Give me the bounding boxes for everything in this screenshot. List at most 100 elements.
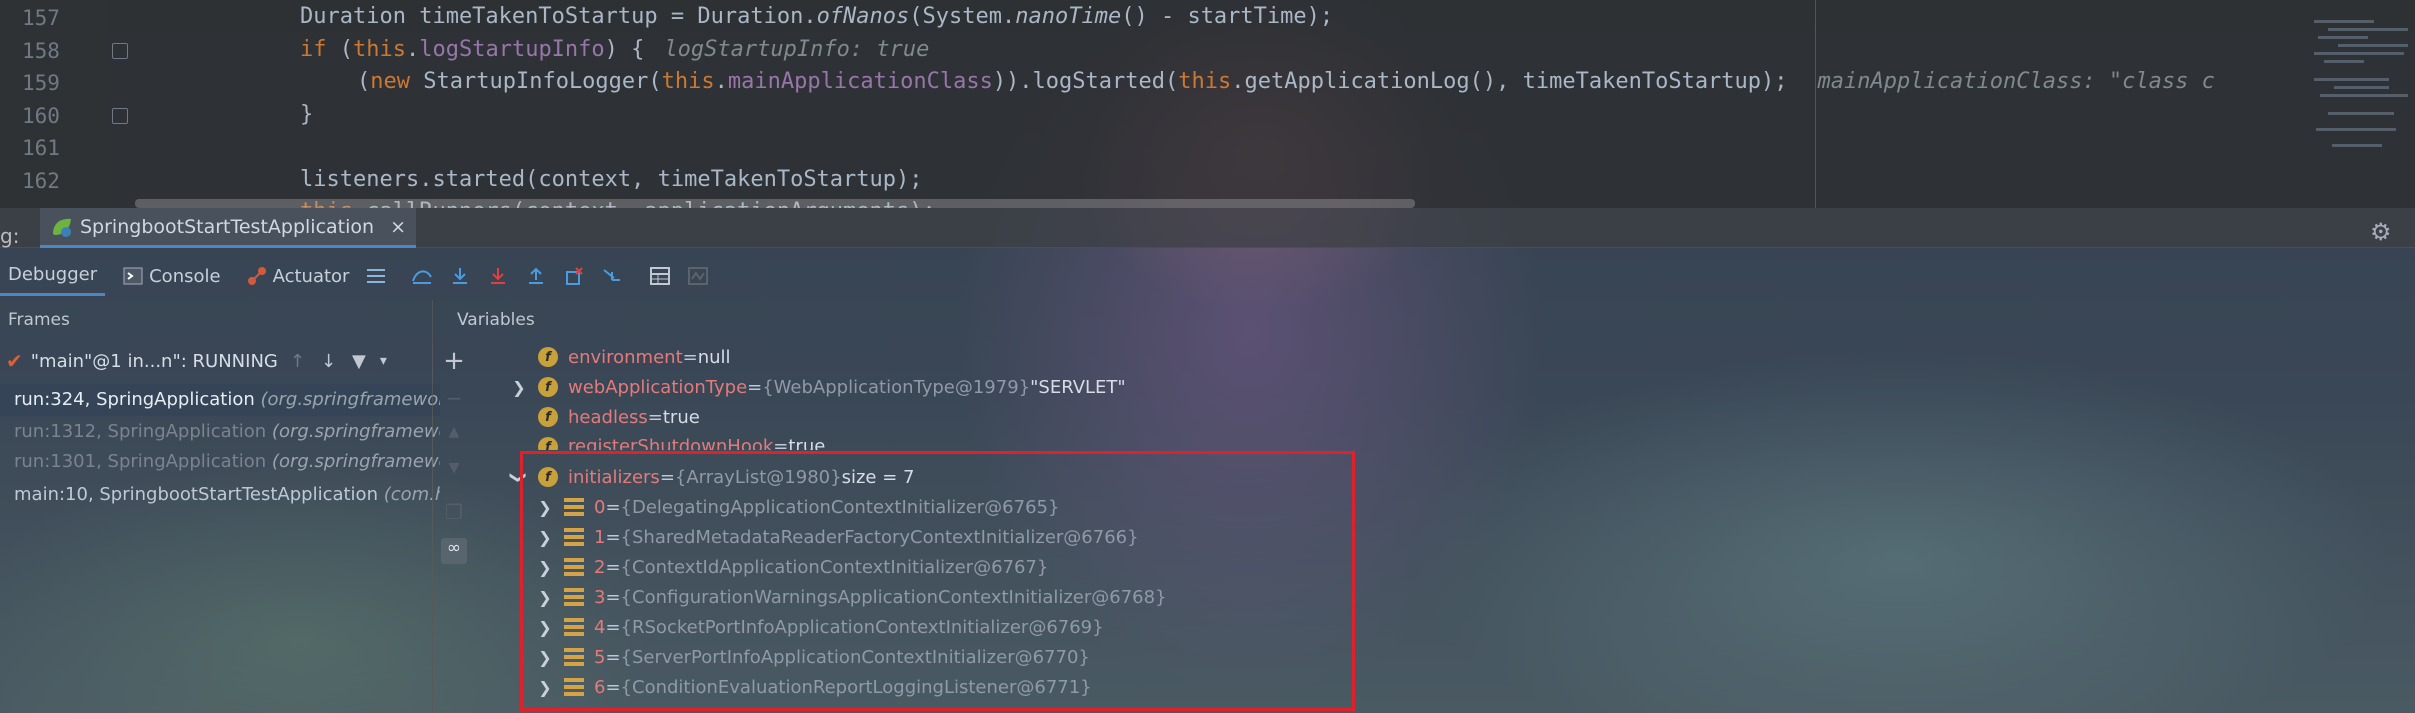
- code-line-162[interactable]: listeners.started(context, timeTakenToSt…: [300, 164, 923, 197]
- variable-row-registershutdownhook[interactable]: f registerShutdownHook = true: [538, 432, 825, 450]
- frame-item[interactable]: run:1312, SpringApplication (org.springf…: [0, 416, 440, 448]
- code-text: (: [357, 69, 371, 94]
- tab-debugger[interactable]: Debugger: [0, 256, 106, 296]
- move-up-icon[interactable]: ▲: [441, 424, 467, 450]
- code-text: (System.: [909, 4, 1016, 29]
- equals: =: [647, 406, 663, 428]
- frame-method: run:1312, SpringApplication: [14, 421, 272, 442]
- remove-watch-icon[interactable]: −: [441, 386, 467, 412]
- spring-boot-leaf-icon: [53, 218, 71, 237]
- step-over-icon[interactable]: [441, 256, 479, 296]
- show-execution-point-icon[interactable]: [403, 256, 441, 296]
- code-text: (: [326, 37, 353, 62]
- variable-name: environment: [568, 346, 683, 368]
- equals: =: [682, 346, 698, 368]
- tab-console[interactable]: Console: [115, 256, 228, 296]
- code-text: nanoTime: [1015, 4, 1122, 29]
- frame-item[interactable]: main:10, SpringbootStartTestApplication …: [0, 479, 440, 511]
- layout-menu-icon[interactable]: [357, 256, 395, 296]
- move-down-icon[interactable]: ▼: [441, 460, 467, 486]
- code-keyword: if: [300, 37, 327, 62]
- field-icon: f: [538, 347, 558, 367]
- field-icon: f: [538, 407, 558, 427]
- copy-icon[interactable]: ❐: [441, 500, 467, 526]
- highlight-annotation-box: [520, 451, 1355, 711]
- line-number: 162: [22, 169, 60, 193]
- code-text: () - startTime);: [1121, 4, 1334, 29]
- variables-panel-title: Variables: [457, 310, 535, 330]
- step-into-icon[interactable]: [479, 256, 517, 296]
- close-icon[interactable]: ×: [390, 216, 406, 238]
- variable-name: webApplicationType: [568, 376, 748, 398]
- code-keyword: this: [1178, 69, 1232, 94]
- horizontal-scrollbar[interactable]: [135, 199, 1415, 208]
- equals: =: [773, 436, 789, 450]
- code-text: ofNanos: [816, 4, 910, 29]
- frame-method: run:1301, SpringApplication: [14, 451, 272, 472]
- code-text: .: [714, 69, 728, 94]
- variable-ref: {WebApplicationType@1979}: [762, 376, 1031, 398]
- thread-selector[interactable]: ✔ "main"@1 in...n": RUNNING ↑ ↓ ▼ ▾: [0, 344, 440, 378]
- code-text: )).logStarted(: [992, 69, 1179, 94]
- code-line-158[interactable]: if (this.logStartupInfo) {logStartupInfo…: [300, 34, 929, 67]
- equals: =: [747, 376, 763, 398]
- code-line-160[interactable]: }: [300, 99, 313, 132]
- evaluate-expression-icon[interactable]: [641, 256, 679, 296]
- code-keyword: new: [370, 69, 410, 94]
- tab-debugger-label: Debugger: [8, 264, 98, 285]
- frame-item[interactable]: run:1301, SpringApplication (org.springf…: [0, 446, 440, 478]
- code-keyword: this: [353, 37, 406, 62]
- fold-marker-icon[interactable]: [112, 108, 128, 124]
- filter-icon[interactable]: ▼: [352, 351, 366, 372]
- debug-label: g:: [0, 224, 20, 248]
- editor-minimap[interactable]: [2308, 18, 2415, 168]
- chevron-down-icon[interactable]: ▾: [380, 353, 387, 369]
- line-number: 158: [22, 39, 60, 63]
- tab-actuator[interactable]: Actuator: [239, 256, 358, 296]
- run-config-tab-label: SpringbootStartTestApplication: [80, 215, 375, 238]
- step-out-icon[interactable]: [517, 256, 555, 296]
- variable-row-webapplicationtype[interactable]: ❯ f webApplicationType = {WebApplication…: [510, 372, 1126, 402]
- code-text: Duration timeTakenToStartup = Duration.: [300, 4, 817, 29]
- arrow-up-icon[interactable]: ↑: [290, 351, 305, 372]
- glasses-icon[interactable]: ∞: [441, 538, 467, 564]
- run-config-tab[interactable]: SpringbootStartTestApplication ×: [40, 208, 416, 248]
- frame-package: (org.springframewo: [271, 451, 440, 472]
- console-icon: [123, 267, 143, 285]
- debugger-toolbar: Debugger Console Actuator: [0, 256, 2415, 296]
- line-number: 157: [22, 6, 60, 30]
- code-line-157[interactable]: Duration timeTakenToStartup = Duration.o…: [300, 1, 1333, 34]
- frame-package: (org.springframewo: [271, 421, 440, 442]
- code-line-159[interactable]: (new StartupInfoLogger(this.mainApplicat…: [357, 66, 2215, 99]
- tab-actuator-label: Actuator: [272, 265, 350, 287]
- code-editor[interactable]: 157 158 159 160 161 162 Duration timeTak…: [0, 0, 2415, 208]
- run-to-cursor-icon[interactable]: [593, 256, 631, 296]
- code-text: ) {: [604, 37, 645, 62]
- inline-value-hint: mainApplicationClass: "class c: [1817, 69, 2215, 94]
- line-number: 160: [22, 104, 60, 128]
- add-watch-icon[interactable]: +: [441, 346, 467, 376]
- code-text: .getApplicationLog(), timeTakenToStartup…: [1231, 69, 1788, 94]
- trace-stream-icon[interactable]: [679, 256, 717, 296]
- variable-name: headless: [568, 406, 648, 428]
- line-number: 159: [22, 71, 60, 95]
- variable-row-environment[interactable]: f environment = null: [538, 342, 731, 372]
- gear-icon[interactable]: ⚙: [2370, 218, 2392, 246]
- fold-marker-icon[interactable]: [112, 43, 128, 59]
- variable-value: "SERVLET": [1030, 376, 1126, 398]
- actuator-icon: [247, 267, 266, 285]
- frame-item[interactable]: run:324, SpringApplication (org.springfr…: [0, 384, 440, 416]
- drop-frame-icon[interactable]: [555, 256, 593, 296]
- line-number: 161: [22, 136, 60, 160]
- variable-value: null: [697, 346, 731, 368]
- code-text: StartupInfoLogger(: [410, 69, 662, 94]
- variable-value: true: [788, 436, 826, 450]
- chevron-right-icon[interactable]: ❯: [510, 378, 528, 397]
- thread-label: "main"@1 in...n": RUNNING: [30, 350, 278, 372]
- code-field: mainApplicationClass: [727, 69, 993, 94]
- variable-row-headless[interactable]: f headless = true: [538, 402, 700, 432]
- variables-side-toolbar: + − ▲ ▼ ❐ ∞: [432, 344, 474, 713]
- arrow-down-icon[interactable]: ↓: [321, 351, 336, 372]
- variable-name: registerShutdownHook: [568, 436, 774, 450]
- tab-console-label: Console: [149, 265, 221, 287]
